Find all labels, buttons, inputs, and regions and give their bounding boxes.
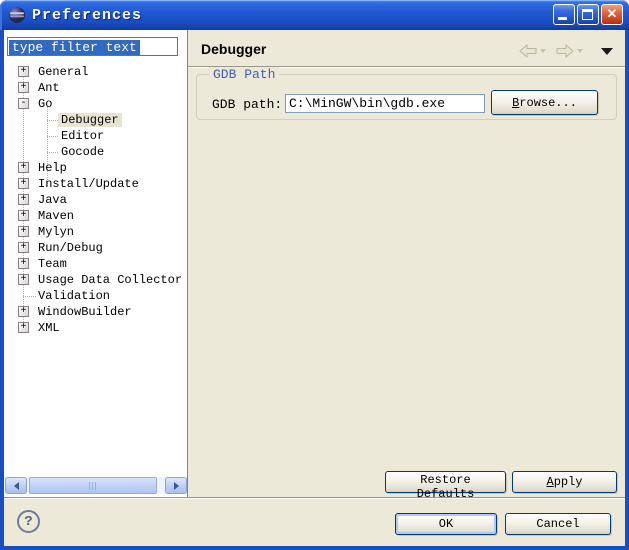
tree-item-label: Help — [35, 161, 70, 175]
maximize-icon — [582, 9, 593, 20]
tree-item-label: Go — [35, 97, 55, 111]
preferences-tree-panel: type filter text + General + Ant-GoDebugger… — [4, 30, 188, 497]
window-title: Preferences — [32, 7, 142, 24]
gdb-path-input[interactable] — [285, 94, 485, 113]
tree-item-run-debug[interactable]: + Run/Debug — [4, 240, 187, 256]
collapse-icon[interactable]: - — [18, 98, 29, 109]
expand-icon[interactable]: + — [18, 194, 29, 205]
page-header: Debugger — [188, 30, 625, 67]
expand-icon[interactable]: + — [18, 242, 29, 253]
scrollbar-thumb[interactable] — [29, 477, 157, 494]
tree-item-label: Debugger — [58, 113, 122, 127]
tree-item-go[interactable]: -Go — [4, 96, 187, 112]
close-icon: ✕ — [602, 6, 622, 22]
back-menu-icon[interactable] — [540, 49, 546, 53]
gdb-path-group: GDB Path GDB path: Browse... — [196, 74, 617, 120]
apply-mnemonic: A — [546, 475, 553, 489]
browse-button[interactable]: Browse... — [491, 90, 598, 115]
minimize-button[interactable] — [553, 4, 575, 25]
tree-item-maven[interactable]: + Maven — [4, 208, 187, 224]
back-icon[interactable] — [519, 44, 537, 58]
tree-item-help[interactable]: + Help — [4, 160, 187, 176]
tree-item-label: Install/Update — [35, 177, 142, 191]
close-button[interactable]: ✕ — [601, 4, 623, 25]
window-controls: ✕ — [553, 4, 623, 25]
gdb-path-label: GDB path: — [212, 97, 282, 112]
filter-text: type filter text — [9, 40, 140, 55]
title-bar[interactable]: Preferences ✕ — [0, 0, 629, 30]
tree-item-label: Usage Data Collector — [35, 273, 185, 287]
tree-item-general[interactable]: + General — [4, 64, 187, 80]
help-button[interactable]: ? — [17, 510, 40, 533]
tree-item-xml[interactable]: + XML — [4, 320, 187, 336]
expand-icon[interactable]: + — [18, 178, 29, 189]
preferences-dialog: Preferences ✕ type filter text +General+… — [0, 0, 629, 550]
tree-item-label: Maven — [35, 209, 77, 223]
apply-button[interactable]: Apply — [512, 471, 617, 493]
tree-connector — [47, 136, 58, 137]
dialog-body: type filter text +General+Ant-GoDebugger… — [4, 30, 625, 546]
tree-item-label: Run/Debug — [35, 241, 106, 255]
help-icon: ? — [24, 514, 32, 530]
forward-menu-icon[interactable] — [577, 49, 583, 53]
tree-item-install-update[interactable]: + Install/Update — [4, 176, 187, 192]
content-area: type filter text +General+Ant-GoDebugger… — [4, 30, 625, 497]
expand-icon[interactable]: + — [18, 82, 29, 93]
tree-item-label: Java — [35, 193, 70, 207]
browse-label-rest: rowse... — [519, 96, 577, 110]
debugger-page: Debugger GDB Path GDB path: Browse... — [188, 30, 625, 497]
tree-item-label: Mylyn — [35, 225, 77, 239]
tree-connector — [47, 152, 58, 153]
scroll-left-icon — [14, 482, 19, 490]
tree-item-gocode[interactable]: Gocode — [4, 144, 187, 160]
preferences-tree: + General + Ant-GoDebugger Editor Gocode + Help… — [4, 64, 187, 354]
maximize-button[interactable] — [577, 4, 599, 25]
eclipse-icon — [8, 6, 26, 24]
expand-icon[interactable]: + — [18, 322, 29, 333]
scroll-right-icon — [174, 482, 179, 490]
view-menu-icon[interactable] — [601, 48, 613, 55]
tree-connector — [47, 120, 58, 121]
apply-label-rest: pply — [554, 475, 583, 489]
button-bar: ? OK Cancel — [4, 497, 625, 546]
tree-item-java[interactable]: + Java — [4, 192, 187, 208]
tree-item-label: Ant — [35, 81, 63, 95]
expand-icon[interactable]: + — [18, 274, 29, 285]
scroll-left-button[interactable] — [5, 477, 27, 494]
forward-icon[interactable] — [556, 44, 574, 58]
tree-item-label: Editor — [58, 129, 107, 143]
ok-button[interactable]: OK — [395, 513, 497, 535]
tree-item-label: General — [35, 65, 91, 79]
tree-item-windowbuilder[interactable]: + WindowBuilder — [4, 304, 187, 320]
tree-item-label: XML — [35, 321, 63, 335]
expand-icon[interactable]: + — [18, 306, 29, 317]
tree-item-label: WindowBuilder — [35, 305, 135, 319]
tree-item-editor[interactable]: Editor — [4, 128, 187, 144]
tree-item-label: Team — [35, 257, 70, 271]
expand-icon[interactable]: + — [18, 210, 29, 221]
page-nav — [519, 44, 613, 58]
page-title: Debugger — [201, 41, 266, 57]
restore-label: Restore — [420, 473, 470, 487]
tree-item-mylyn[interactable]: + Mylyn — [4, 224, 187, 240]
tree-item-team[interactable]: + Team — [4, 256, 187, 272]
expand-icon[interactable]: + — [18, 162, 29, 173]
expand-icon[interactable]: + — [18, 258, 29, 269]
filter-input[interactable]: type filter text — [7, 37, 178, 56]
restore-defaults-button[interactable]: Restore Defaults — [385, 471, 506, 493]
horizontal-scrollbar[interactable] — [5, 477, 187, 494]
tree-item-usage-data-collector[interactable]: + Usage Data Collector — [4, 272, 187, 288]
scroll-right-button[interactable] — [165, 477, 187, 494]
group-title: GDB Path — [209, 67, 279, 82]
cancel-button[interactable]: Cancel — [505, 513, 611, 535]
tree-item-label: Gocode — [58, 145, 107, 159]
expand-icon[interactable]: + — [18, 226, 29, 237]
minimize-icon — [558, 17, 567, 20]
tree-item-ant[interactable]: + Ant — [4, 80, 187, 96]
tree-item-validation[interactable]: Validation — [4, 288, 187, 304]
tree-item-label: Validation — [35, 289, 113, 303]
tree-item-debugger[interactable]: Debugger — [4, 112, 187, 128]
expand-icon[interactable]: + — [18, 66, 29, 77]
